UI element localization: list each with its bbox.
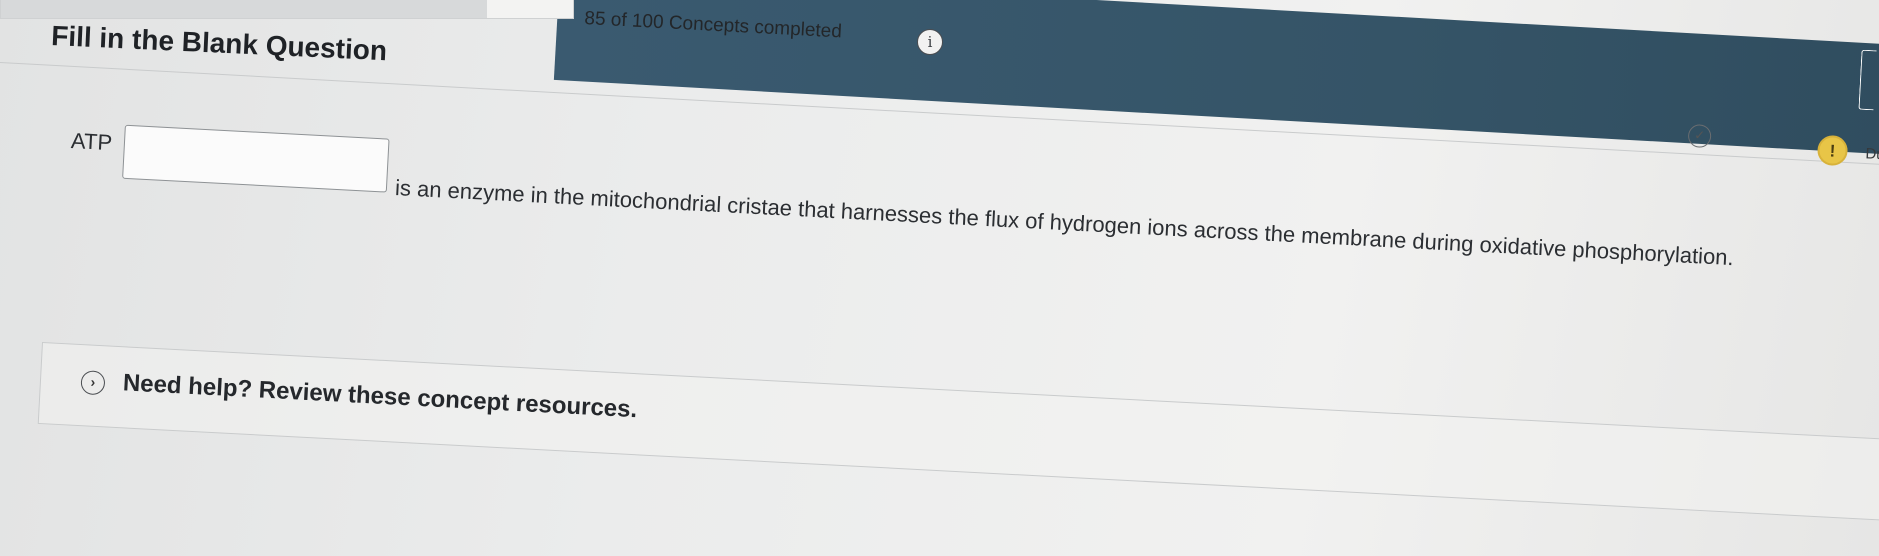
help-toggle[interactable]: › Need help? Review these concept resourc…: [80, 367, 638, 424]
bookmark-frame: [1858, 49, 1877, 111]
question-sentence: ATP is an enzyme in the mitochondrial cri…: [69, 122, 1736, 271]
help-panel[interactable]: › Need help? Review these concept resourc…: [37, 342, 1879, 523]
fill-blank-input[interactable]: [122, 124, 390, 193]
side-cut-text[interactable]: Du: [1865, 145, 1879, 163]
question-heading: Fill in the Blank Question: [50, 20, 388, 67]
progress-bar: [0, 0, 574, 19]
page: 85 of 100 Concepts completed i Fill in t…: [0, 0, 1879, 556]
info-icon[interactable]: i: [917, 29, 943, 55]
check-circle-icon[interactable]: ✓: [1687, 123, 1712, 149]
sentence-suffix: is an enzyme in the mitochondrial crista…: [394, 175, 1735, 271]
help-label: Need help? Review these concept resource…: [122, 369, 638, 424]
chevron-right-icon: ›: [80, 369, 106, 395]
sentence-prefix: ATP: [70, 127, 113, 156]
progress-fill: [1, 0, 488, 18]
